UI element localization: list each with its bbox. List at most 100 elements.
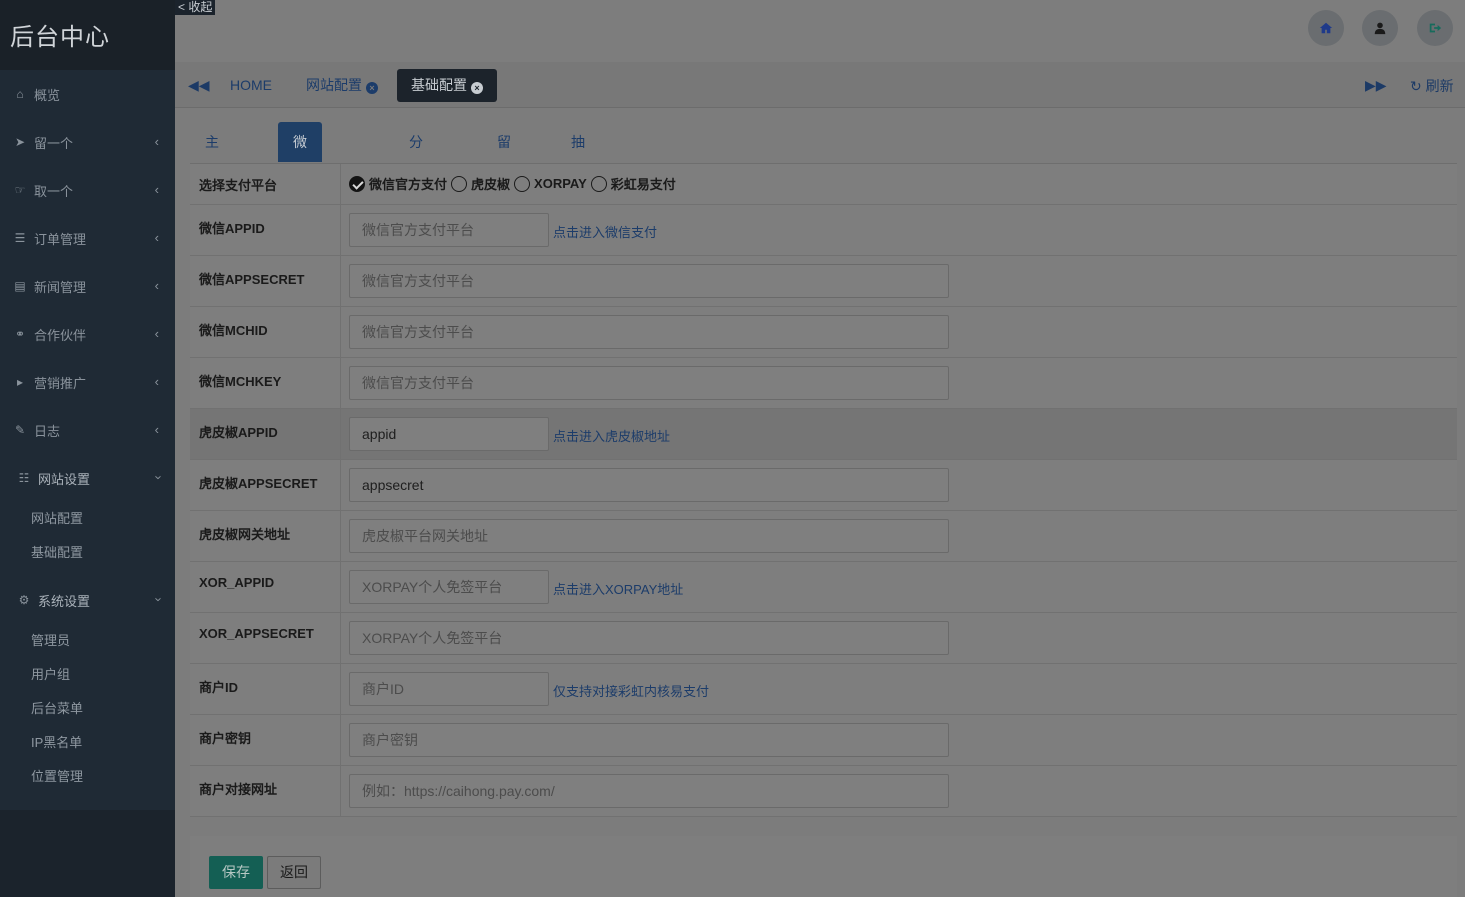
xor-appsecret-input[interactable]: XORPAY个人免签平台 bbox=[349, 621, 949, 655]
newspaper-icon: ▤ bbox=[14, 279, 26, 293]
chevron-down-icon: ‹ bbox=[149, 475, 165, 480]
field-label: 虎皮椒网关地址 bbox=[199, 527, 291, 542]
hupijiao-appsecret-input[interactable]: appsecret bbox=[349, 468, 949, 502]
caihong-support-link[interactable]: 仅支持对接彩虹内核易支付 bbox=[553, 681, 709, 700]
profile-button[interactable] bbox=[1362, 10, 1398, 46]
merchant-url-input[interactable]: 例如：https://caihong.pay.com/ bbox=[349, 774, 949, 808]
sidebar-item-take-one[interactable]: ☞ 取一个 ‹ bbox=[0, 166, 175, 214]
radio-label: 微信官方支付 bbox=[369, 177, 448, 192]
sidebar-item-leave-one[interactable]: ➤ 留一个 ‹ bbox=[0, 118, 175, 166]
subtab-wechat-pay[interactable]: 微信支付相关 bbox=[278, 122, 322, 350]
home-button[interactable] bbox=[1308, 10, 1344, 46]
hand-icon: ☞ bbox=[14, 183, 26, 197]
subtab-draw-one[interactable]: 抽一个 bbox=[556, 122, 600, 230]
divider bbox=[340, 562, 341, 612]
list-icon: ☰ bbox=[14, 231, 26, 245]
gear-icon: ⚙ bbox=[18, 593, 30, 607]
field-label: XOR_APPSECRET bbox=[199, 626, 314, 641]
close-icon[interactable]: × bbox=[366, 82, 378, 94]
sidebar-item-overview[interactable]: ⌂ 概览 bbox=[0, 70, 175, 118]
wechat-appid-input[interactable]: 微信官方支付平台 bbox=[349, 213, 549, 247]
subtab-main-site[interactable]: 主站相关 bbox=[190, 122, 234, 270]
field-label: 虎皮椒APPSECRET bbox=[199, 476, 318, 491]
double-chevron-left-icon[interactable]: ◀◀ bbox=[188, 77, 210, 94]
sidebar-item-label: 合作伙伴 bbox=[34, 327, 87, 343]
home-icon bbox=[1319, 22, 1333, 34]
sidebar-item-label: 留一个 bbox=[34, 135, 74, 151]
hupijiao-gateway-input[interactable]: 虎皮椒平台网关地址 bbox=[349, 519, 949, 553]
sidebar-subitem-user-groups[interactable]: 用户组 bbox=[0, 658, 175, 692]
sidebar-item-system-settings[interactable]: ⚙ 系统设置 ‹ bbox=[0, 576, 175, 624]
form-row: 虎皮椒APPSECRET appsecret bbox=[190, 460, 1457, 511]
radio-label: 虎皮椒 bbox=[471, 177, 511, 192]
divider bbox=[340, 613, 341, 663]
sidebar-item-marketing[interactable]: ▸ 营销推广 ‹ bbox=[0, 358, 175, 406]
close-icon[interactable]: × bbox=[471, 82, 483, 94]
sidebar-item-label: 概览 bbox=[34, 87, 61, 103]
radio-caihong-pay[interactable] bbox=[590, 175, 607, 192]
merchant-id-input[interactable]: 商户ID bbox=[349, 672, 549, 706]
brand-title: 后台中心 bbox=[0, 0, 175, 70]
merchant-key-input[interactable]: 商户密钥 bbox=[349, 723, 949, 757]
sitemap-icon: ☷ bbox=[18, 471, 30, 485]
home-icon: ⌂ bbox=[16, 87, 24, 101]
sidebar-subitem-admin-menu[interactable]: 后台菜单 bbox=[0, 692, 175, 726]
double-chevron-right-icon[interactable]: ▶▶ bbox=[1365, 77, 1387, 94]
field-label: 微信APPID bbox=[199, 221, 265, 236]
paper-plane-icon: ➤ bbox=[14, 135, 26, 149]
subtab-leave-one[interactable]: 留一个 bbox=[482, 122, 526, 230]
form-row: 微信MCHID 微信官方支付平台 bbox=[190, 307, 1457, 358]
xor-appid-input[interactable]: XORPAY个人免签平台 bbox=[349, 570, 549, 604]
tab-basic-config[interactable]: 基础配置 × bbox=[397, 69, 497, 102]
radio-xorpay[interactable] bbox=[514, 175, 531, 192]
back-button[interactable]: 返回 bbox=[267, 856, 321, 889]
divider bbox=[340, 664, 341, 714]
subtab-distribution[interactable]: 分销相关 bbox=[394, 122, 438, 270]
form-row: 商户密钥 商户密钥 bbox=[190, 715, 1457, 766]
divider bbox=[340, 511, 341, 561]
sidebar-footer bbox=[0, 810, 175, 897]
edit-icon: ✎ bbox=[14, 423, 26, 437]
field-label: 微信MCHID bbox=[199, 323, 268, 338]
user-icon bbox=[1374, 22, 1386, 35]
wechat-mchid-input[interactable]: 微信官方支付平台 bbox=[349, 315, 949, 349]
refresh-button[interactable]: ↻ 刷新 bbox=[1410, 76, 1454, 96]
hupijiao-link[interactable]: 点击进入虎皮椒地址 bbox=[553, 426, 670, 445]
tab-home[interactable]: HOME bbox=[216, 69, 286, 102]
sidebar-subitem-locations[interactable]: 位置管理 bbox=[0, 760, 175, 794]
sidebar-subitem-admins[interactable]: 管理员 bbox=[0, 624, 175, 658]
sidebar-item-label: 系统设置 bbox=[38, 593, 91, 609]
save-button[interactable]: 保存 bbox=[209, 856, 263, 889]
wechat-pay-link[interactable]: 点击进入微信支付 bbox=[553, 222, 657, 241]
field-label: 商户对接网址 bbox=[199, 782, 278, 797]
field-label: 虎皮椒APPID bbox=[199, 425, 278, 440]
chevron-left-icon: ‹ bbox=[154, 134, 159, 149]
logout-button[interactable] bbox=[1417, 10, 1453, 46]
form-row: 微信APPSECRET 微信官方支付平台 bbox=[190, 256, 1457, 307]
hupijiao-appid-input[interactable]: appid bbox=[349, 417, 549, 451]
handshake-icon: ⚭ bbox=[14, 327, 26, 341]
radio-hupijiao[interactable] bbox=[451, 175, 468, 192]
wechat-appsecret-input[interactable]: 微信官方支付平台 bbox=[349, 264, 949, 298]
tab-label: 网站配置 bbox=[306, 77, 362, 93]
sidebar-item-logs[interactable]: ✎ 日志 ‹ bbox=[0, 406, 175, 454]
tab-label: 基础配置 bbox=[411, 77, 467, 93]
payment-config-form: 选择支付平台 微信官方支付 虎皮椒 XORPAY 彩虹易支付 微信APPID 微… bbox=[190, 163, 1457, 817]
collapse-sidebar-button[interactable]: < 收起 bbox=[175, 0, 216, 15]
form-row: 虎皮椒APPID appid 点击进入虎皮椒地址 bbox=[190, 409, 1457, 460]
sidebar-subitem-basic-config[interactable]: 基础配置 bbox=[0, 536, 175, 570]
form-row: XOR_APPID XORPAY个人免签平台 点击进入XORPAY地址 bbox=[190, 562, 1457, 613]
sidebar-subitem-ip-blacklist[interactable]: IP黑名单 bbox=[0, 726, 175, 760]
sidebar: 后台中心 ⌂ 概览 ➤ 留一个 ‹ ☞ 取一个 ‹ ☰ 订单管理 ‹ ▤ 新闻管… bbox=[0, 0, 175, 897]
sidebar-item-label: 网站设置 bbox=[38, 471, 91, 487]
tab-website-config[interactable]: 网站配置 × bbox=[292, 69, 392, 102]
xorpay-link[interactable]: 点击进入XORPAY地址 bbox=[553, 579, 683, 598]
sidebar-subitem-website-config[interactable]: 网站配置 bbox=[0, 502, 175, 536]
sidebar-item-orders[interactable]: ☰ 订单管理 ‹ bbox=[0, 214, 175, 262]
sidebar-item-website-settings[interactable]: ☷ 网站设置 ‹ bbox=[0, 454, 175, 502]
radio-wechat-official[interactable] bbox=[349, 175, 365, 192]
wechat-mchkey-input[interactable]: 微信官方支付平台 bbox=[349, 366, 949, 400]
sidebar-item-news[interactable]: ▤ 新闻管理 ‹ bbox=[0, 262, 175, 310]
form-row: 虎皮椒网关地址 虎皮椒平台网关地址 bbox=[190, 511, 1457, 562]
sidebar-item-partners[interactable]: ⚭ 合作伙伴 ‹ bbox=[0, 310, 175, 358]
